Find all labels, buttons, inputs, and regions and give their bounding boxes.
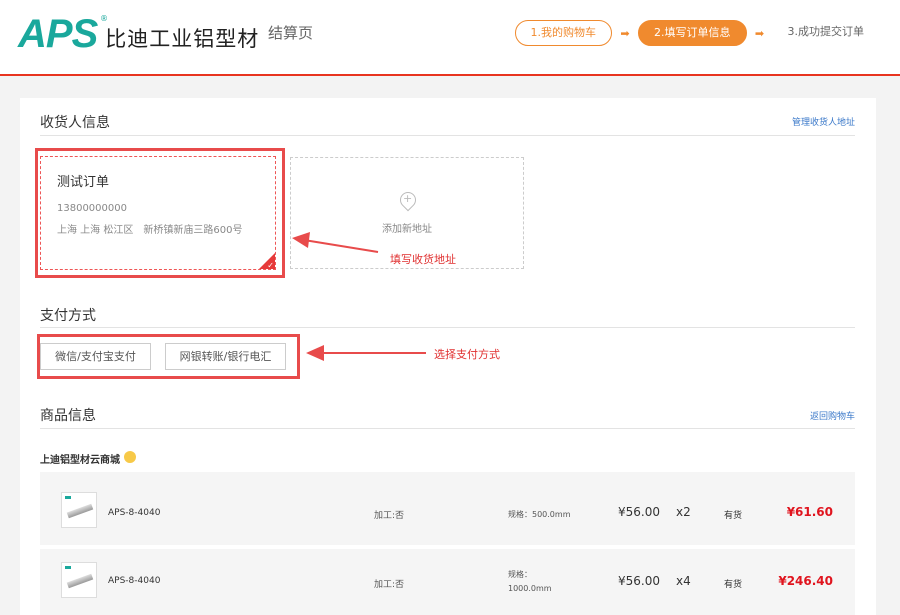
goods-row: APS-8-4040 加工:否 规格： 1000.0mm ¥56.00 x4 有… [40, 549, 855, 615]
product-thumbnail[interactable] [61, 562, 97, 598]
payment-section-title: 支付方式 [40, 308, 96, 324]
checkout-steps: 1.我的购物车 ➡ 2.填写订单信息 ➡ 3.成功提交订单 [514, 20, 900, 46]
manage-address-link[interactable]: 管理收货人地址 [792, 115, 855, 128]
site-header: APS ® 比迪工业铝型材 结算页 1.我的购物车 ➡ 2.填写订单信息 ➡ 3… [0, 0, 900, 76]
product-processing: 加工:否 [374, 580, 405, 590]
product-spec-value: 1000.0mm [508, 584, 552, 593]
goods-list: APS-8-4040 加工:否 规格：500.0mm ¥56.00 x2 有货 … [40, 472, 855, 615]
step-fill-order: 2.填写订单信息 [638, 20, 747, 46]
product-code[interactable]: APS-8-4040 [108, 508, 160, 518]
thumb-logo-icon [65, 566, 71, 569]
logo-registered-mark: ® [100, 14, 108, 23]
logo-mark: APS [18, 12, 98, 56]
section-divider [40, 135, 855, 136]
address-highlight-box [35, 148, 285, 278]
product-qty: x2 [676, 505, 691, 519]
section-divider [40, 327, 855, 328]
payment-arrow-icon [306, 345, 426, 361]
goods-row: APS-8-4040 加工:否 规格：500.0mm ¥56.00 x2 有货 … [40, 472, 855, 540]
thumb-logo-icon [65, 496, 71, 499]
product-stock: 有货 [724, 580, 743, 590]
product-thumbnail[interactable] [61, 492, 97, 528]
goods-section-title: 商品信息 [40, 408, 96, 424]
aluminum-profile-icon [66, 503, 94, 519]
product-processing: 加工:否 [374, 511, 405, 521]
product-subtotal: ¥246.40 [778, 574, 833, 588]
product-spec: 规格： 1000.0mm [508, 569, 552, 593]
shop-badge-icon [124, 451, 136, 463]
product-spec-label: 规格： [508, 570, 532, 579]
product-subtotal: ¥61.60 [786, 505, 833, 519]
page-title: 结算页 [268, 24, 314, 42]
aluminum-profile-icon [66, 573, 94, 589]
step-arrow-icon: ➡ [754, 26, 765, 40]
step-arrow-icon: ➡ [620, 26, 630, 40]
step-cart[interactable]: 1.我的购物车 [514, 20, 612, 46]
address-hint-label: 填写收货地址 [390, 253, 456, 266]
address-arrow-icon [292, 232, 379, 253]
step-submit-order: 3.成功提交订单 [787, 25, 865, 38]
logo-text: 比迪工业铝型材 [105, 27, 260, 51]
shop-name[interactable]: 上迪铝型材云商城 [40, 451, 120, 466]
product-spec: 规格：500.0mm [508, 510, 571, 519]
section-divider [40, 428, 855, 429]
brand-logo[interactable]: APS ® 比迪工业铝型材 [18, 14, 259, 54]
product-price: ¥56.00 [618, 505, 660, 519]
product-price: ¥56.00 [618, 574, 660, 588]
plus-icon: + [403, 192, 413, 205]
payment-hint-label: 选择支付方式 [434, 348, 500, 361]
product-qty: x4 [676, 574, 691, 588]
back-to-cart-link[interactable]: 返回购物车 [810, 409, 855, 422]
product-stock: 有货 [724, 511, 743, 521]
consignee-section-title: 收货人信息 [40, 115, 110, 131]
payment-highlight-box [37, 334, 300, 379]
product-code[interactable]: APS-8-4040 [108, 576, 160, 586]
